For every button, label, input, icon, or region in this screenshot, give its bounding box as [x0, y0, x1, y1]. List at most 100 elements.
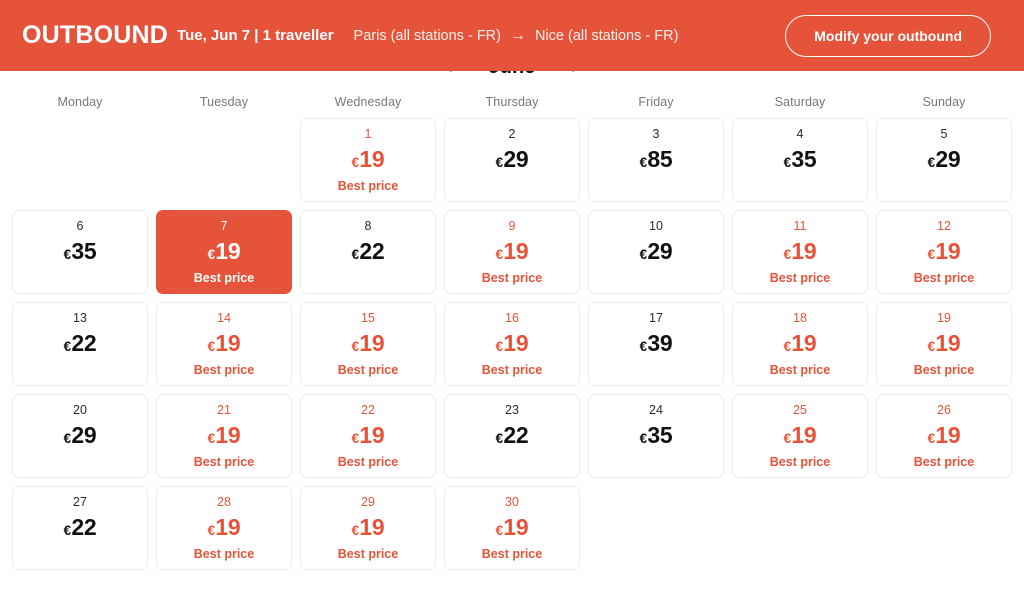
calendar-week-row: 27€2228€19Best price 29 €19 Best price 30 €19… [12, 486, 1012, 570]
price-amount: 22 [359, 240, 384, 263]
calendar-day-5[interactable]: 5€29 [876, 118, 1012, 202]
calendar-day-28[interactable]: 28€19Best price [156, 486, 292, 570]
calendar-day-21[interactable]: 21€19Best price [156, 394, 292, 478]
best-price-badge: Best price [482, 548, 542, 561]
day-number: 13 [73, 312, 87, 325]
calendar-day-13[interactable]: 13€22 [12, 302, 148, 386]
currency-symbol: € [64, 340, 71, 354]
price-amount: 29 [71, 424, 96, 447]
calendar-day-18[interactable]: 18€19Best price [732, 302, 868, 386]
currency-symbol: € [496, 524, 503, 538]
day-price: €19 [784, 424, 817, 447]
calendar-day-19[interactable]: 19€19Best price [876, 302, 1012, 386]
calendar-day-25[interactable]: 25€19Best price [732, 394, 868, 478]
calendar-day-29[interactable]: 29€19Best price [300, 486, 436, 570]
day-number: 21 [217, 404, 231, 417]
calendar-day-30[interactable]: 30 €19 Best price [444, 486, 580, 570]
calendar-day-12[interactable]: 12€19Best price [876, 210, 1012, 294]
calendar-day-7[interactable]: 7€19Best price [156, 210, 292, 294]
best-price-badge: Best price [482, 272, 542, 285]
calendar-day-4[interactable]: 4€35 [732, 118, 868, 202]
calendar-day-17[interactable]: 17 €39 [588, 302, 724, 386]
day-number: 14 [217, 312, 231, 325]
day-price: €19 [928, 424, 961, 447]
route: Paris (all stations - FR) → Nice (all st… [354, 28, 679, 44]
calendar-day-6[interactable]: 6€35 [12, 210, 148, 294]
calendar-day-10[interactable]: 10€29 [588, 210, 724, 294]
calendar-weeks: 1€19Best price2€293€854€355€296€357€19Be… [12, 118, 1012, 570]
day-number: 30 [505, 496, 519, 509]
calendar-day-empty [588, 486, 724, 570]
day-price: €19 [496, 516, 529, 539]
currency-symbol: € [928, 248, 935, 262]
calendar-day-23[interactable]: 23€22 [444, 394, 580, 478]
calendar-day-24[interactable]: 24 €35 [588, 394, 724, 478]
day-number: 17 [649, 312, 663, 325]
price-amount: 29 [503, 148, 528, 171]
modify-outbound-button[interactable]: Modify your outbound [785, 15, 991, 57]
price-amount: 19 [359, 516, 384, 539]
day-price: €35 [640, 424, 673, 447]
best-price-badge: Best price [914, 364, 974, 377]
price-amount: 22 [503, 424, 528, 447]
price-amount: 19 [935, 424, 960, 447]
day-number: 5 [941, 128, 948, 141]
currency-symbol: € [64, 432, 71, 446]
calendar-day-8[interactable]: 8 €22 [300, 210, 436, 294]
best-price-badge: Best price [194, 548, 254, 561]
price-amount: 19 [791, 240, 816, 263]
calendar-day-14[interactable]: 14 €19 Best price [156, 302, 292, 386]
calendar-day-15[interactable]: 15€19Best price [300, 302, 436, 386]
destination-station: Nice (all stations - FR) [535, 28, 678, 44]
best-price-badge: Best price [338, 180, 398, 193]
day-number: 20 [73, 404, 87, 417]
calendar-week-row: 20€2921€19Best price22€19Best price23€22… [12, 394, 1012, 478]
day-number: 4 [797, 128, 804, 141]
day-number: 24 [649, 404, 663, 417]
day-number: 29 [361, 496, 375, 509]
best-price-badge: Best price [194, 272, 254, 285]
origin-station: Paris (all stations - FR) [354, 28, 501, 44]
currency-symbol: € [208, 340, 215, 354]
calendar-day-22[interactable]: 22€19Best price [300, 394, 436, 478]
price-amount: 19 [215, 424, 240, 447]
day-price: €19 [352, 516, 385, 539]
day-number: 11 [794, 220, 807, 233]
best-price-badge: Best price [770, 456, 830, 469]
calendar-day-1[interactable]: 1€19Best price [300, 118, 436, 202]
day-number: 8 [365, 220, 372, 233]
price-amount: 85 [647, 148, 672, 171]
day-price: €22 [64, 516, 97, 539]
best-price-badge: Best price [770, 272, 830, 285]
best-price-badge: Best price [194, 364, 254, 377]
currency-symbol: € [352, 524, 359, 538]
calendar-day-16[interactable]: 16€19Best price [444, 302, 580, 386]
calendar-day-11[interactable]: 11€19Best price [732, 210, 868, 294]
best-price-badge: Best price [338, 364, 398, 377]
price-amount: 22 [71, 516, 96, 539]
weekday-header-row: MondayTuesdayWednesdayThursdayFridaySatu… [12, 95, 1012, 109]
calendar-day-3[interactable]: 3€85 [588, 118, 724, 202]
currency-symbol: € [640, 248, 647, 262]
calendar-day-26[interactable]: 26€19Best price [876, 394, 1012, 478]
calendar-day-20[interactable]: 20 €29 [12, 394, 148, 478]
page-title: OUTBOUND [22, 21, 168, 50]
currency-symbol: € [640, 340, 647, 354]
currency-symbol: € [496, 432, 503, 446]
day-price: €19 [352, 148, 385, 171]
outbound-header-bar: OUTBOUND Tue, Jun 7 | 1 traveller Paris … [0, 0, 1024, 71]
calendar-day-2[interactable]: 2€29 [444, 118, 580, 202]
day-price: €29 [496, 148, 529, 171]
price-amount: 19 [359, 148, 384, 171]
price-amount: 19 [215, 240, 240, 263]
best-price-badge: Best price [482, 364, 542, 377]
day-price: €22 [352, 240, 385, 263]
currency-symbol: € [784, 340, 791, 354]
currency-symbol: € [928, 156, 935, 170]
calendar-day-9[interactable]: 9€19Best price [444, 210, 580, 294]
price-amount: 19 [215, 332, 240, 355]
day-price: €29 [64, 424, 97, 447]
calendar-day-empty [732, 486, 868, 570]
calendar-day-27[interactable]: 27€22 [12, 486, 148, 570]
price-amount: 39 [647, 332, 672, 355]
